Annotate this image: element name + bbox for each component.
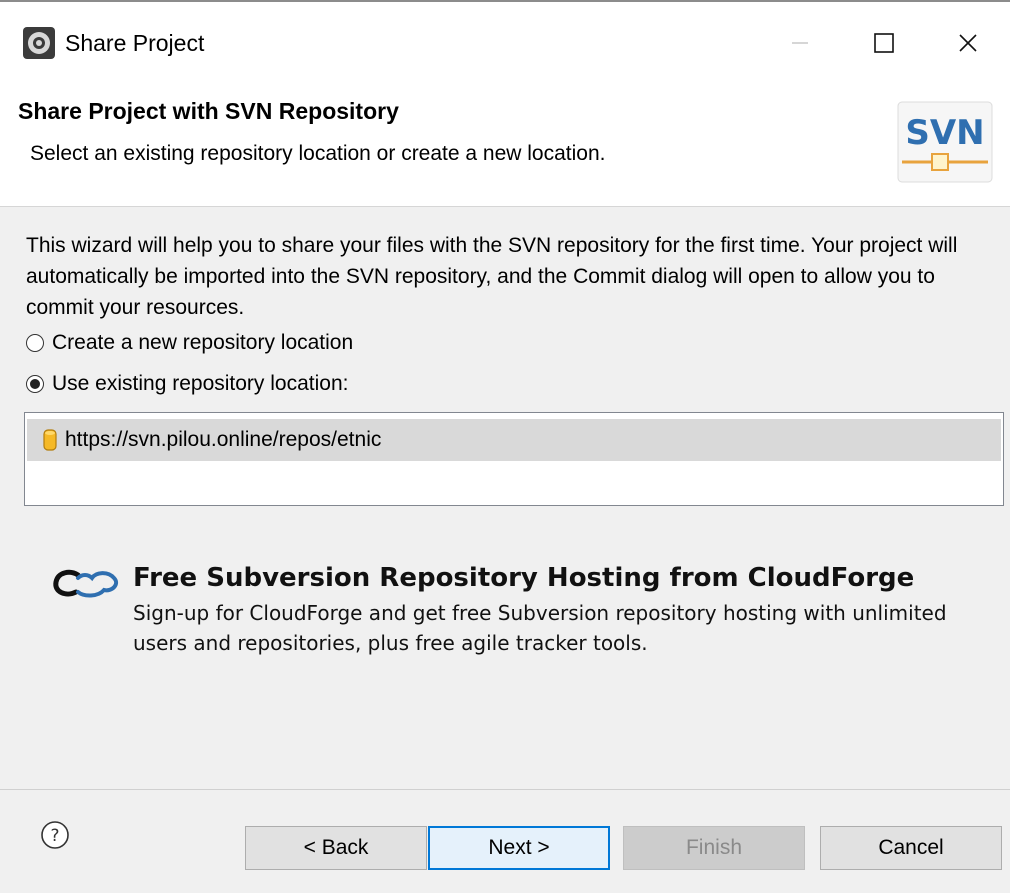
- cloudforge-icon[interactable]: [48, 566, 128, 602]
- wizard-header: Share Project with SVN Repository Select…: [0, 84, 1010, 207]
- cloudforge-title-link[interactable]: Free Subversion Repository Hosting from …: [133, 561, 914, 595]
- repository-icon: [43, 429, 57, 451]
- maximize-icon: [874, 33, 894, 53]
- next-button[interactable]: Next >: [428, 826, 610, 870]
- window-title: Share Project: [65, 30, 205, 56]
- minimize-icon: [792, 42, 808, 44]
- wizard-title: Share Project with SVN Repository: [18, 98, 399, 124]
- svn-logo-icon: SVN: [897, 101, 993, 183]
- help-icon[interactable]: ?: [40, 820, 70, 850]
- cloudforge-description: Sign-up for CloudForge and get free Subv…: [133, 601, 947, 655]
- footer-divider: [0, 789, 1010, 790]
- repository-url: https://svn.pilou.online/repos/etnic: [65, 428, 382, 451]
- radio-create-new-location[interactable]: Create a new repository location: [26, 329, 353, 357]
- wizard-description: Select an existing repository location o…: [30, 142, 606, 165]
- back-button[interactable]: < Back: [245, 826, 427, 870]
- repository-list-item[interactable]: https://svn.pilou.online/repos/etnic: [27, 419, 1001, 461]
- radio-dot: [30, 379, 40, 389]
- intro-text: This wizard will help you to share your …: [26, 234, 958, 319]
- maximize-button[interactable]: [854, 16, 914, 70]
- svn-logo-text: SVN: [905, 113, 984, 153]
- eclipse-icon: [23, 27, 55, 59]
- radio-existing-label: Use existing repository location:: [52, 372, 349, 395]
- finish-button[interactable]: Finish: [623, 826, 805, 870]
- svg-text:?: ?: [50, 826, 59, 846]
- close-button[interactable]: [938, 16, 998, 70]
- radio-button-checked[interactable]: [26, 375, 44, 393]
- repository-list[interactable]: https://svn.pilou.online/repos/etnic: [24, 412, 1004, 506]
- minimize-button[interactable]: [770, 16, 830, 70]
- radio-create-label: Create a new repository location: [52, 331, 354, 354]
- radio-button-unchecked[interactable]: [26, 334, 44, 352]
- title-bar[interactable]: Share Project: [0, 2, 1010, 84]
- radio-use-existing-location[interactable]: Use existing repository location:: [26, 370, 348, 398]
- cancel-button[interactable]: Cancel: [820, 826, 1002, 870]
- close-icon: [959, 34, 977, 52]
